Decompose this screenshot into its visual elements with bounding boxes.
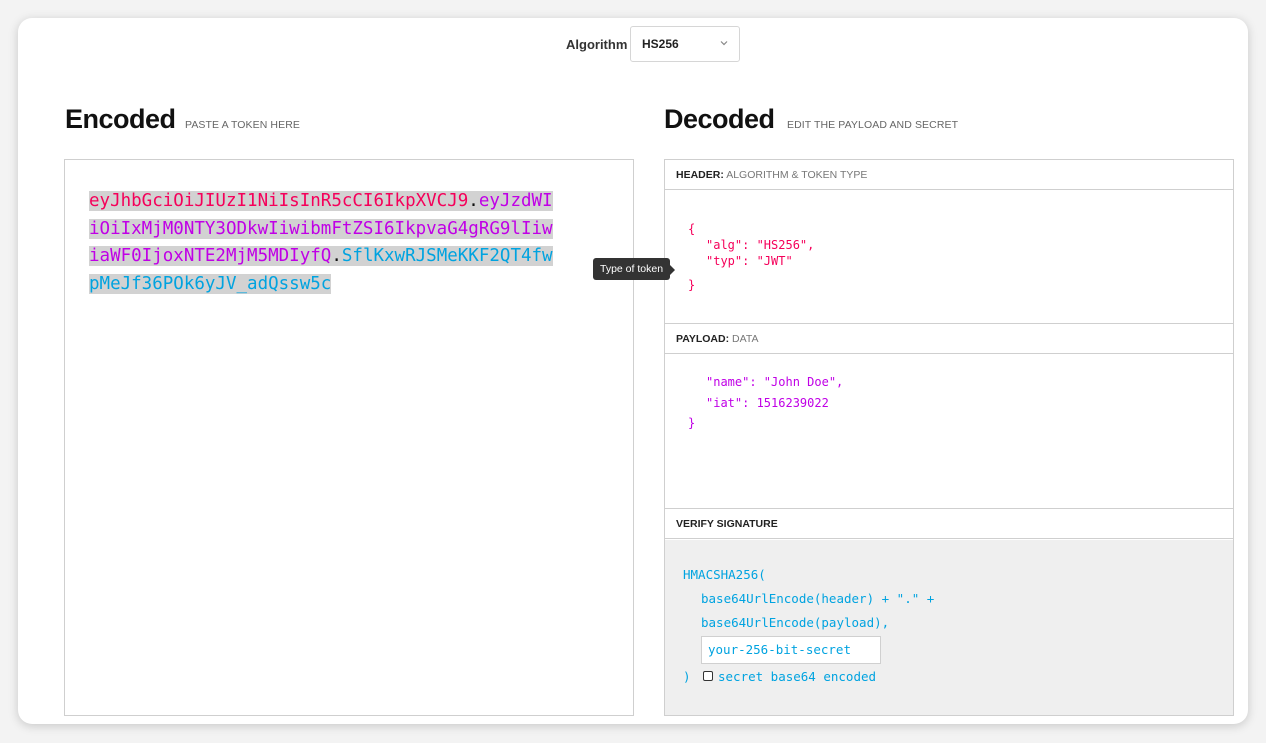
jwt-debugger: Algorithm HS256 Encoded PASTE A TOKEN HE… bbox=[18, 18, 1248, 724]
encoded-subtitle: PASTE A TOKEN HERE bbox=[185, 119, 301, 131]
header-close-brace: } bbox=[688, 278, 696, 292]
encoded-title: Encoded bbox=[65, 104, 176, 134]
header-section-sublabel: ALGORITHM & TOKEN TYPE bbox=[726, 169, 868, 181]
algorithm-value: HS256 bbox=[642, 37, 679, 51]
header-section-title: HEADER: ALGORITHM & TOKEN TYPE bbox=[665, 160, 1233, 190]
algorithm-select[interactable]: HS256 bbox=[630, 26, 740, 62]
verify-section-label: VERIFY SIGNATURE bbox=[676, 518, 778, 530]
header-open-brace: { bbox=[688, 222, 696, 236]
verify-signature-area: HMACSHA256( base64UrlEncode(header) + ".… bbox=[665, 540, 1233, 715]
algorithm-label: Algorithm bbox=[566, 37, 628, 52]
verify-line-header: base64UrlEncode(header) + "." + bbox=[701, 591, 935, 606]
decoded-panel: HEADER: ALGORITHM & TOKEN TYPE { "alg": … bbox=[664, 159, 1234, 716]
decoded-subtitle: EDIT THE PAYLOAD AND SECRET bbox=[787, 119, 959, 131]
type-of-token-tooltip: Type of token bbox=[593, 258, 676, 280]
verify-function: HMACSHA256( bbox=[683, 567, 766, 582]
token-dot: . bbox=[468, 191, 479, 211]
decoded-title: Decoded bbox=[664, 104, 775, 134]
verify-close-paren: ) bbox=[683, 669, 691, 684]
payload-close-brace: } bbox=[688, 416, 696, 430]
encoded-token-editor[interactable]: eyJhbGciOiJIUzI1NiIsInR5cCI6IkpXVCJ9.eyJ… bbox=[64, 159, 634, 716]
token-dot: . bbox=[331, 246, 342, 266]
header-alg-line: "alg": "HS256", bbox=[706, 238, 815, 252]
header-typ-line: "typ": "JWT" bbox=[706, 254, 793, 268]
chevron-down-icon bbox=[720, 41, 728, 46]
payload-section-sublabel: DATA bbox=[732, 333, 759, 345]
secret-base64-checkbox[interactable] bbox=[703, 671, 713, 681]
payload-section-title: PAYLOAD: DATA bbox=[665, 324, 1233, 354]
payload-section-label: PAYLOAD: bbox=[676, 333, 730, 345]
payload-iat-line: "iat": 1516239022 bbox=[706, 396, 829, 410]
secret-base64-label: secret base64 encoded bbox=[718, 669, 877, 684]
header-section-label: HEADER: bbox=[676, 169, 724, 181]
payload-name-line: "name": "John Doe", bbox=[706, 375, 844, 389]
token-header-part: eyJhbGciOiJIUzI1NiIsInR5cCI6IkpXVCJ9 bbox=[89, 191, 469, 211]
secret-input[interactable]: your-256-bit-secret bbox=[701, 636, 881, 664]
encoded-token[interactable]: eyJhbGciOiJIUzI1NiIsInR5cCI6IkpXVCJ9.eyJ… bbox=[89, 188, 559, 298]
verify-section-title: VERIFY SIGNATURE bbox=[665, 509, 1233, 539]
verify-line-payload: base64UrlEncode(payload), bbox=[701, 615, 890, 630]
